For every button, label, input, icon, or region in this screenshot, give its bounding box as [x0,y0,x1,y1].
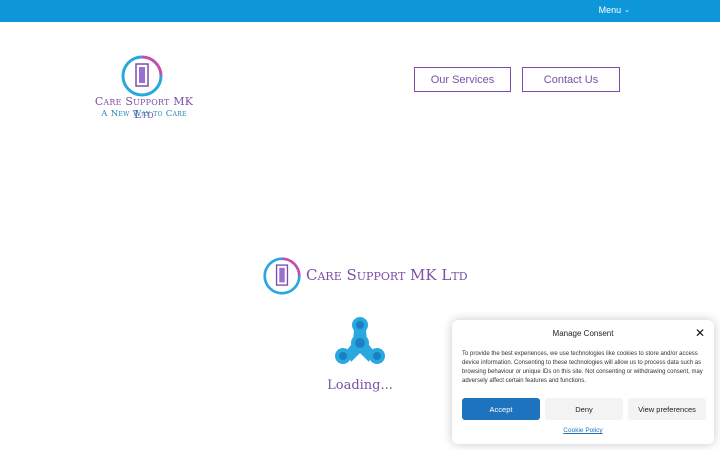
close-icon[interactable]: ✕ [695,326,705,340]
loader-emblem-icon [263,257,301,295]
chevron-down-icon: ⌄ [624,7,630,14]
fidget-spinner-icon [335,317,385,364]
top-bar: Menu ⌄ [0,0,720,22]
loading-text: Loading... [327,378,393,393]
accept-button[interactable]: Accept [462,398,540,420]
logo-tagline: A New Way to Care [101,109,187,119]
cookie-policy-link[interactable]: Cookie Policy [452,427,714,434]
logo-emblem-icon [121,55,163,97]
loader-brand-name: Care Support MK Ltd [306,266,468,284]
loader-logo: Care Support MK Ltd [262,256,468,298]
consent-title: Manage Consent [552,329,614,338]
deny-button[interactable]: Deny [545,398,623,420]
menu-label: Menu [598,5,622,15]
page: Menu ⌄ Care Support MK Ltd A New Way to … [0,0,720,450]
menu-button[interactable]: Menu ⌄ [599,5,630,15]
contact-us-button[interactable]: Contact Us [522,67,620,92]
site-logo[interactable]: Care Support MK Ltd A New Way to Care [88,52,200,124]
our-services-button[interactable]: Our Services [414,67,511,92]
consent-body: To provide the best experiences, we use … [462,351,703,384]
view-preferences-button[interactable]: View preferences [628,398,706,420]
consent-dialog: Manage Consent ✕ To provide the best exp… [452,320,714,444]
